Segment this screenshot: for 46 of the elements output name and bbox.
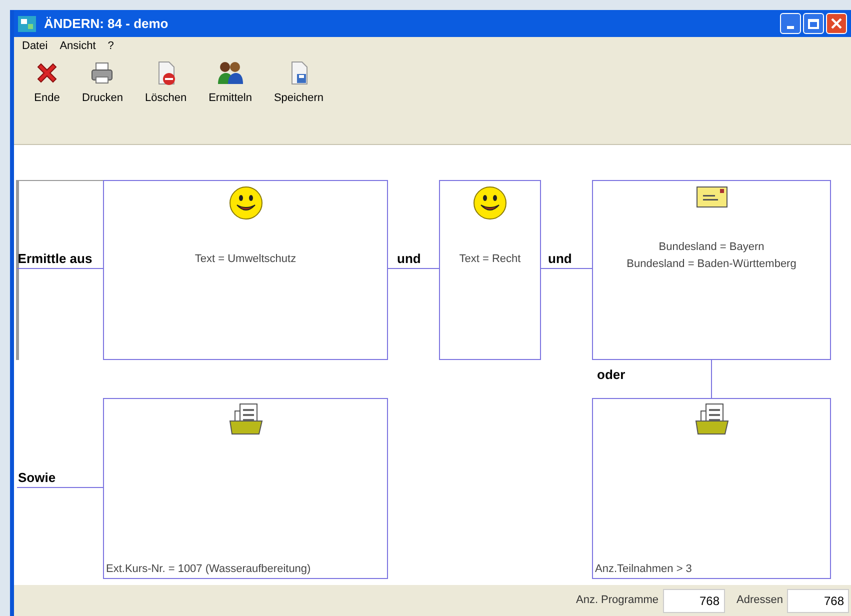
folder-document-icon: [228, 403, 262, 435]
toolbar-button[interactable]: Löschen: [140, 60, 191, 106]
folder-document-icon: [694, 403, 728, 435]
status-field[interactable]: 768: [662, 588, 725, 612]
status-label: Anz. Programme: [576, 593, 659, 608]
criteria-node[interactable]: Text = Recht: [439, 180, 541, 360]
criteria-node[interactable]: Ext.Kurs-Nr. = 1007 (Wasseraufbereitung): [103, 398, 388, 579]
criteria-text: Ext.Kurs-Nr. = 1007 (Wasseraufbereitung): [106, 562, 311, 576]
criteria-text: Text = Recht: [459, 252, 521, 267]
connector-label: und: [548, 250, 572, 268]
criteria-node[interactable]: Text = Umweltschutz: [103, 180, 388, 360]
connector-line: [711, 360, 712, 398]
smiley-icon: [228, 185, 264, 221]
printer-icon: [89, 60, 116, 86]
connector-line: [541, 268, 592, 269]
minimize-icon: [787, 26, 794, 29]
status-field[interactable]: 768: [787, 588, 849, 612]
criteria-text: Text = Umweltschutz: [194, 252, 296, 267]
connector-label: oder: [597, 366, 626, 384]
app-icon: [18, 16, 36, 32]
window-title: ÄNDERN: 84 - demo: [44, 14, 168, 33]
close-icon: [831, 18, 842, 29]
criteria-node[interactable]: Anz.Teilnahmen > 3: [592, 398, 831, 579]
toolbar-button[interactable]: Ermitteln: [204, 60, 256, 106]
status-label: Adressen: [736, 593, 783, 608]
people-icon: [216, 60, 244, 86]
toolbar-button[interactable]: Speichern: [270, 60, 328, 106]
criteria-text: Bundesland = Bayern: [658, 240, 764, 255]
connector-label: und: [397, 250, 421, 268]
criteria-text: Anz.Teilnahmen > 3: [595, 562, 692, 576]
maximize-button[interactable]: [803, 13, 824, 34]
minimize-button[interactable]: [780, 13, 801, 34]
maximize-icon: [808, 18, 819, 28]
menu-item[interactable]: Datei: [22, 38, 48, 55]
smiley-icon: [472, 185, 508, 221]
connector-label: Ermittle aus: [17, 250, 93, 268]
criteria-text: Bundesland = Baden-Württemberg: [626, 256, 796, 272]
toolbar-button[interactable]: Drucken: [78, 60, 127, 106]
menu-item[interactable]: Ansicht: [60, 38, 96, 55]
envelope-icon: [696, 185, 728, 209]
toolbar-button[interactable]: Ende: [30, 60, 64, 106]
connector-label: Sowie: [18, 469, 56, 487]
close-button[interactable]: [826, 13, 847, 34]
criteria-node[interactable]: Bundesland = Bayern Bundesland = Baden-Württemberg: [592, 180, 831, 360]
menu-item[interactable]: ?: [108, 38, 114, 55]
connector-line: [388, 268, 439, 269]
